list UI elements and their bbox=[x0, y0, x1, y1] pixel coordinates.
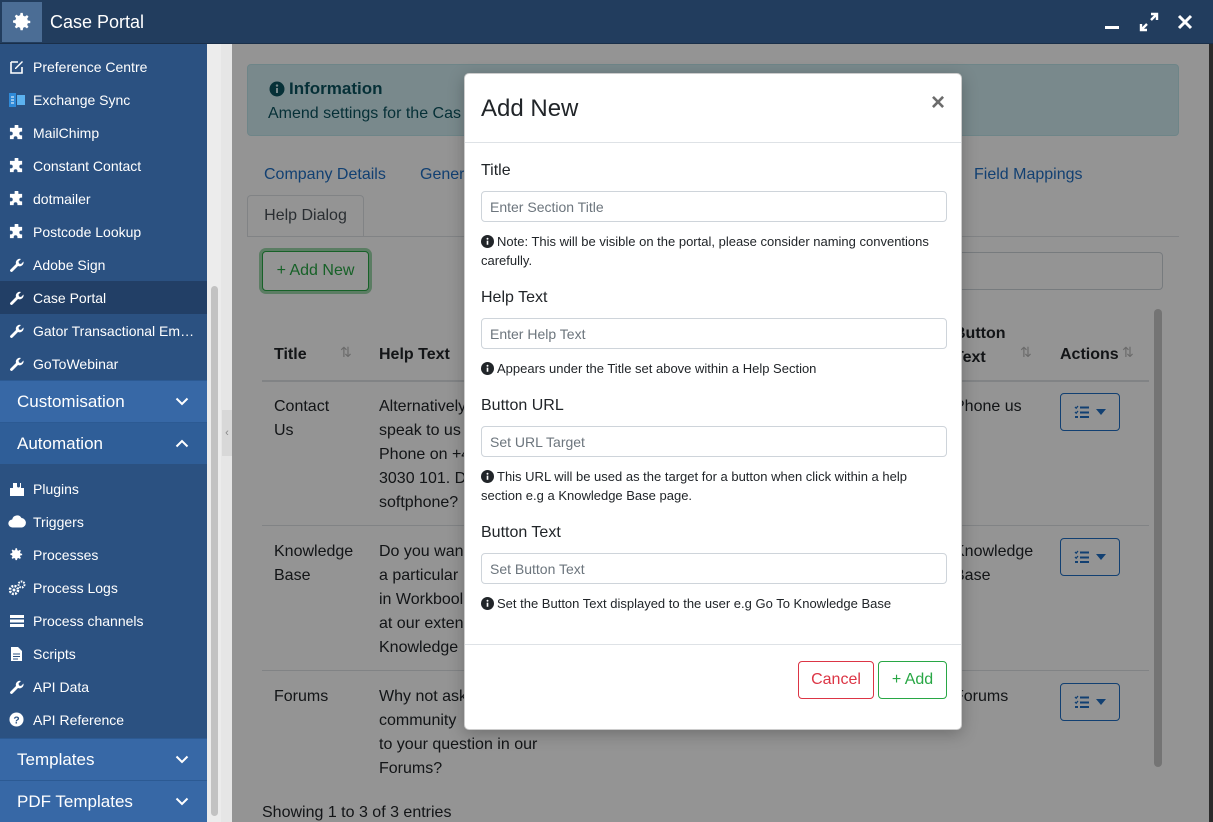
panel-splitter[interactable]: ‹ bbox=[221, 44, 232, 822]
button-url-input[interactable] bbox=[481, 426, 947, 457]
add-new-dialog: Add New × Title Note: This will be visib… bbox=[464, 73, 962, 730]
puzzle-icon bbox=[0, 224, 33, 239]
close-icon[interactable] bbox=[1173, 10, 1197, 34]
sidebar-group-label: Customisation bbox=[17, 391, 125, 411]
button-url-note: This URL will be used as the target for … bbox=[481, 469, 907, 503]
button-text-input[interactable] bbox=[481, 553, 947, 584]
modal-title: Add New bbox=[481, 95, 579, 122]
sidebar-group-templates[interactable]: Templates bbox=[0, 738, 207, 780]
gear-icon[interactable] bbox=[2, 2, 42, 42]
sidebar-item-processes[interactable]: Processes bbox=[0, 538, 207, 571]
sidebar-item-plugins[interactable]: Plugins bbox=[0, 472, 207, 505]
modal-footer-divider bbox=[465, 644, 961, 645]
puzzle-icon bbox=[0, 158, 33, 173]
help-text-label: Help Text bbox=[481, 289, 548, 306]
wrench-icon bbox=[0, 356, 33, 372]
help-text-input[interactable] bbox=[481, 318, 947, 349]
info-icon bbox=[481, 470, 494, 483]
add-button[interactable]: + Add bbox=[878, 661, 947, 699]
sidebar-item-gotowebinar[interactable]: GoToWebinar bbox=[0, 347, 207, 380]
sidebar-group-label: Templates bbox=[17, 749, 95, 769]
collapse-sidebar-icon[interactable]: ‹ bbox=[222, 410, 232, 456]
sidebar-scrollbar[interactable] bbox=[207, 44, 221, 822]
expand-icon[interactable] bbox=[1137, 10, 1161, 34]
sidebar-item-api-data[interactable]: API Data bbox=[0, 670, 207, 703]
sidebar-item-constant-contact[interactable]: Constant Contact bbox=[0, 149, 207, 182]
sidebar-scrollbar-thumb[interactable] bbox=[211, 286, 218, 816]
cancel-button[interactable]: Cancel bbox=[798, 661, 874, 699]
wrench-icon bbox=[0, 290, 33, 306]
sidebar-group-label: Automation bbox=[17, 433, 103, 453]
info-icon bbox=[481, 235, 494, 248]
button-url-label: Button URL bbox=[481, 397, 564, 414]
plugins-icon bbox=[0, 481, 33, 497]
chevron-down-icon bbox=[175, 397, 189, 406]
sidebar-item-exchange-sync[interactable]: Exchange Sync bbox=[0, 83, 207, 116]
window-edge bbox=[1209, 44, 1213, 822]
wrench-icon bbox=[0, 257, 33, 273]
info-icon bbox=[481, 362, 494, 375]
sidebar: Preference Centre Exchange Sync MailChim… bbox=[0, 44, 207, 822]
svg-text:?: ? bbox=[13, 715, 19, 726]
wrench-icon bbox=[0, 323, 33, 339]
sidebar-group-label: PDF Templates bbox=[17, 791, 133, 811]
sidebar-item-preference-centre[interactable]: Preference Centre bbox=[0, 50, 207, 83]
button-text-note: Set the Button Text displayed to the use… bbox=[481, 594, 951, 613]
sidebar-item-postcode-lookup[interactable]: Postcode Lookup bbox=[0, 215, 207, 248]
sidebar-item-dotmailer[interactable]: dotmailer bbox=[0, 182, 207, 215]
stream-icon bbox=[0, 614, 33, 628]
sidebar-item-process-logs[interactable]: Process Logs bbox=[0, 571, 207, 604]
puzzle-icon bbox=[0, 191, 33, 206]
gear-icon bbox=[0, 547, 33, 562]
info-icon bbox=[481, 597, 494, 610]
exchange-icon bbox=[0, 92, 33, 108]
chevron-down-icon bbox=[175, 755, 189, 764]
cloud-icon bbox=[0, 515, 33, 528]
sidebar-item-mailchimp[interactable]: MailChimp bbox=[0, 116, 207, 149]
sidebar-item-gator-transactional-email[interactable]: Gator Transactional Ema... bbox=[0, 314, 207, 347]
sidebar-item-scripts[interactable]: Scripts bbox=[0, 637, 207, 670]
button-text-label: Button Text bbox=[481, 524, 561, 541]
file-icon bbox=[0, 646, 33, 662]
sidebar-item-triggers[interactable]: Triggers bbox=[0, 505, 207, 538]
chevron-down-icon bbox=[175, 797, 189, 806]
title-label: Title bbox=[481, 162, 511, 179]
title-note: Note: This will be visible on the portal… bbox=[481, 234, 929, 268]
sidebar-item-case-portal[interactable]: Case Portal bbox=[0, 281, 207, 314]
minimize-icon[interactable] bbox=[1100, 10, 1124, 34]
puzzle-icon bbox=[0, 125, 33, 140]
chevron-up-icon bbox=[175, 439, 189, 448]
sidebar-group-pdf-templates[interactable]: PDF Templates bbox=[0, 780, 207, 822]
sidebar-item-adobe-sign[interactable]: Adobe Sign bbox=[0, 248, 207, 281]
sidebar-item-process-channels[interactable]: Process channels bbox=[0, 604, 207, 637]
sidebar-group-customisation[interactable]: Customisation bbox=[0, 380, 207, 422]
gears-icon bbox=[0, 580, 33, 596]
sidebar-group-automation[interactable]: Automation bbox=[0, 422, 207, 464]
sidebar-item-api-reference[interactable]: ? API Reference bbox=[0, 703, 207, 736]
window-title: Case Portal bbox=[50, 12, 145, 32]
window-titlebar: Case Portal bbox=[0, 0, 1213, 44]
question-icon: ? bbox=[0, 712, 33, 727]
help-text-note: Appears under the Title set above within… bbox=[481, 359, 951, 378]
close-icon[interactable]: × bbox=[928, 91, 948, 115]
modal-header: Add New × bbox=[465, 74, 961, 143]
title-input[interactable] bbox=[481, 191, 947, 222]
edit-icon bbox=[0, 59, 33, 75]
wrench-icon bbox=[0, 679, 33, 695]
